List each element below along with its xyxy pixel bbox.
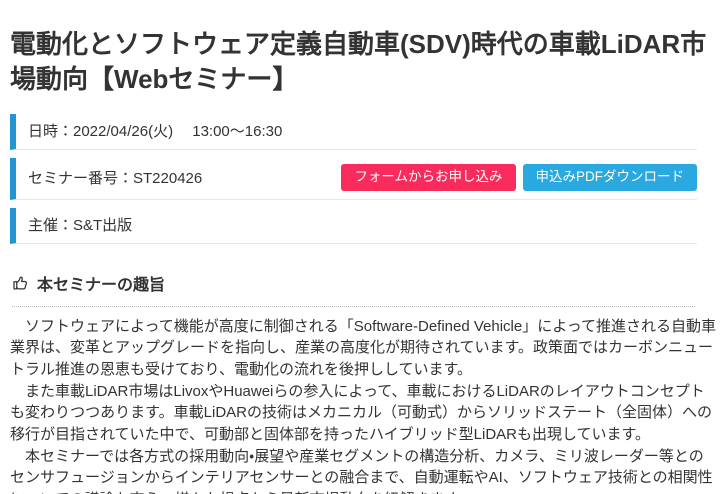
info-row-organizer: 主催：S&T出版 — [10, 207, 697, 244]
thumbs-up-icon — [12, 274, 30, 292]
seminar-number-text: セミナー番号：ST220426 — [28, 169, 203, 187]
organizer-text: 主催：S&T出版 — [28, 216, 133, 234]
overview-paragraph-3: 本セミナーでは各方式の採用動向・展望や産業セグメントの構造分析、カメラ、ミリ波レ… — [10, 447, 713, 494]
info-row-datetime: 日時：2022/04/26(火) 13:00〜16:30 — [10, 114, 697, 150]
seminar-page: 電動化とソフトウェア定義自動車(SDV)時代の車載LiDAR市場動向【Webセミ… — [0, 27, 727, 494]
apply-form-button[interactable]: フォームからお申し込み — [341, 164, 516, 191]
section-title: 本セミナーの趣旨 — [37, 276, 166, 294]
apply-pdf-download-button[interactable]: 申込みPDFダウンロード — [522, 164, 697, 191]
seminar-info-list: 日時：2022/04/26(火) 13:00〜16:30 セミナー番号：ST22… — [0, 114, 727, 244]
section-header-overview: 本セミナーの趣旨 — [12, 271, 695, 307]
page-title: 電動化とソフトウェア定義自動車(SDV)時代の車載LiDAR市場動向【Webセミ… — [10, 29, 707, 94]
overview-paragraph-2: また車載LiDAR市場はLivoxやHuaweiらの参入によって、車載におけるL… — [10, 382, 712, 444]
overview-paragraph-1: ソフトウェアによって機能が高度に制御される「Software-Defined V… — [10, 317, 717, 378]
seminar-overview-text: ソフトウェアによって機能が高度に制御される「Software-Defined V… — [10, 316, 717, 494]
datetime-text: 日時：2022/04/26(火) 13:00〜16:30 — [28, 123, 283, 140]
apply-buttons: フォームからお申し込み 申込みPDFダウンロード — [341, 164, 697, 191]
info-row-seminar-number: セミナー番号：ST220426 フォームからお申し込み 申込みPDFダウンロード — [10, 158, 697, 200]
